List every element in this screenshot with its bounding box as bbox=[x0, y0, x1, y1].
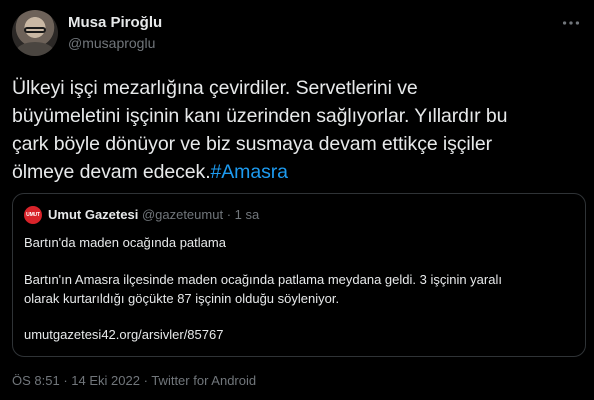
quoted-author-name[interactable]: Umut Gazetesi bbox=[48, 207, 138, 222]
quoted-body-line: olarak kurtarıldığı göçükte 87 işçinin o… bbox=[24, 291, 340, 306]
avatar-glasses bbox=[24, 27, 46, 33]
quoted-tweet-header: Umut Gazetesi @gazeteumut · 1 sa bbox=[48, 207, 259, 222]
quoted-tweet-title: Bartın'da maden ocağında patlama bbox=[24, 235, 226, 250]
tweet-line: ölmeye devam edecek.#Amasra bbox=[12, 158, 582, 186]
quoted-author-avatar[interactable]: UMUT bbox=[24, 206, 42, 224]
author-display-name[interactable]: Musa Piroğlu bbox=[68, 14, 162, 31]
tweet-date[interactable]: 14 Eki 2022 bbox=[71, 373, 140, 388]
quoted-tweet-link[interactable]: umutgazetesi42.org/arsivler/85767 bbox=[24, 327, 223, 342]
tweet-source: Twitter for Android bbox=[151, 373, 257, 388]
quoted-tweet-body: Bartın'ın Amasra ilçesinde maden ocağınd… bbox=[24, 270, 564, 308]
tweet-text: Ülkeyi işçi mezarlığına çevirdiler. Serv… bbox=[12, 74, 582, 186]
footer-separator: · bbox=[63, 373, 68, 388]
quoted-body-line: Bartın'ın Amasra ilçesinde maden ocağınd… bbox=[24, 272, 502, 287]
tweet-time[interactable]: ÖS 8:51 bbox=[12, 373, 60, 388]
author-handle[interactable]: @musaproglu bbox=[68, 35, 155, 51]
tweet-line: çark böyle dönüyor ve biz susmaya devam … bbox=[12, 133, 493, 155]
tweet-line: büyümeletini işçinin kanı üzerinden sağl… bbox=[12, 105, 508, 127]
quoted-tweet-card[interactable]: UMUT Umut Gazetesi @gazeteumut · 1 sa Ba… bbox=[12, 193, 586, 357]
quoted-timestamp[interactable]: 1 sa bbox=[235, 207, 260, 222]
quoted-separator: · bbox=[226, 207, 232, 222]
avatar-shoulders bbox=[16, 42, 54, 56]
more-horizontal-icon[interactable] bbox=[560, 12, 582, 34]
quoted-author-handle[interactable]: @gazeteumut bbox=[142, 207, 223, 222]
tweet-footer: ÖS 8:51 · 14 Eki 2022 · Twitter for Andr… bbox=[12, 373, 256, 388]
tweet-line-text: ölmeye devam edecek. bbox=[12, 161, 211, 183]
author-avatar[interactable] bbox=[12, 10, 58, 56]
tweet-line: Ülkeyi işçi mezarlığına çevirdiler. Serv… bbox=[12, 77, 418, 99]
footer-separator: · bbox=[143, 373, 148, 388]
hashtag-link[interactable]: #Amasra bbox=[211, 161, 288, 183]
